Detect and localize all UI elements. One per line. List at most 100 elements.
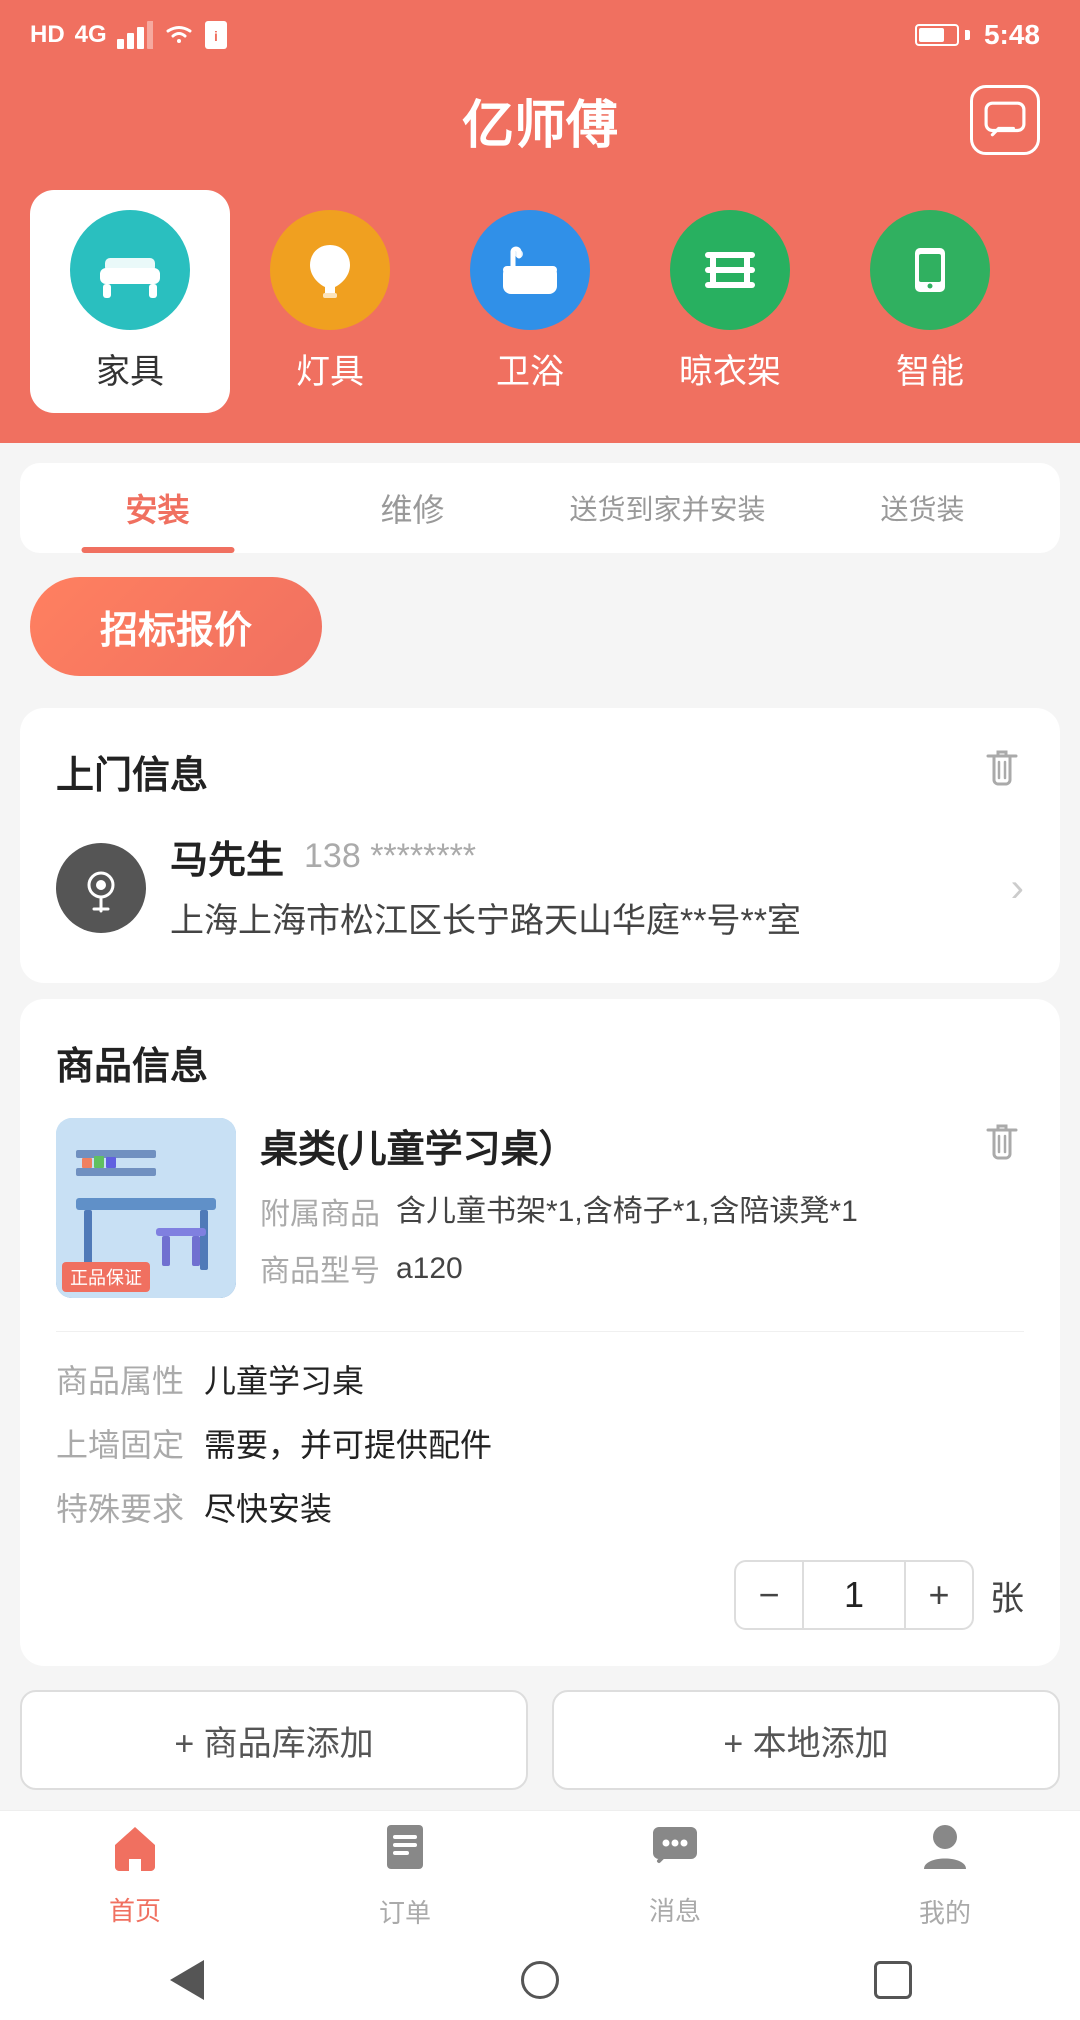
home-button[interactable] [510, 1950, 570, 2010]
category-label-furniture: 家具 [96, 344, 164, 393]
add-buttons-row: + 商品库添加 + 本地添加 [20, 1690, 1060, 1790]
home-icon [109, 1823, 161, 1883]
category-label-lighting: 灯具 [296, 344, 364, 393]
app-header: 亿师傅 [0, 70, 1080, 170]
product-row: 正品保证 桌类(儿童学习桌） 附属商品 含儿童书架*1,含椅子*1,含陪读凳*1… [56, 1118, 1024, 1630]
tabs-section: 安装 维修 送货到家并安装 送货装 [20, 463, 1060, 553]
model-value: a120 [396, 1246, 463, 1291]
location-icon [76, 863, 126, 913]
messages-icon [649, 1823, 701, 1883]
nav-orders-label: 订单 [379, 1893, 431, 1930]
category-item-lighting[interactable]: 灯具 [230, 190, 430, 413]
category-scroll: 家具 灯具 卫浴 [30, 190, 1050, 413]
trash-icon [980, 744, 1024, 788]
product-divider [56, 1331, 1024, 1332]
nav-home-label: 首页 [109, 1891, 161, 1928]
signal-4g: 4G [75, 21, 107, 49]
wall-mount-row: 上墙固定 需要，并可提供配件 [56, 1420, 1024, 1466]
visit-info-card: 上门信息 马先生 138 ******** 上海上海市松江区长宁路天山华庭**号… [20, 708, 1060, 983]
nav-messages[interactable]: 消息 [540, 1823, 810, 1928]
wall-mount-value: 需要，并可提供配件 [204, 1420, 492, 1466]
category-item-bathroom[interactable]: 卫浴 [430, 190, 630, 413]
attribute-row: 商品属性 儿童学习桌 [56, 1356, 1024, 1402]
tab-repair[interactable]: 维修 [285, 463, 540, 553]
model-label: 商品型号 [260, 1246, 380, 1290]
status-bar: HD 4G i 5:48 [0, 0, 1080, 70]
qty-decrease-button[interactable]: − [734, 1560, 804, 1630]
address-name: 马先生 [170, 829, 284, 884]
category-label-clothesrack: 晾衣架 [679, 344, 781, 393]
address-detail: 上海上海市松江区长宁路天山华庭**号**室 [170, 896, 987, 947]
back-button[interactable] [157, 1950, 217, 2010]
quantity-control: − 1 + 张 [56, 1560, 1024, 1630]
special-req-label: 特殊要求 [56, 1484, 184, 1530]
accessories-label: 附属商品 [260, 1189, 380, 1233]
svg-text:i: i [214, 28, 218, 44]
product-info-row: 正品保证 桌类(儿童学习桌） 附属商品 含儿童书架*1,含椅子*1,含陪读凳*1… [56, 1118, 1024, 1303]
trash-product-icon [980, 1118, 1024, 1162]
address-row[interactable]: 马先生 138 ******** 上海上海市松江区长宁路天山华庭**号**室 › [56, 829, 1024, 947]
category-section: 家具 灯具 卫浴 [0, 170, 1080, 443]
bottom-nav: 首页 订单 消息 [0, 1810, 1080, 1940]
product-info-card: 商品信息 [20, 999, 1060, 1666]
recents-button[interactable] [863, 1950, 923, 2010]
add-from-library-button[interactable]: + 商品库添加 [20, 1690, 528, 1790]
attribute-value: 儿童学习桌 [204, 1356, 364, 1402]
category-icon-clothesrack [670, 210, 790, 330]
data-icon: i [205, 21, 227, 49]
accessories-row: 附属商品 含儿童书架*1,含椅子*1,含陪读凳*1 [260, 1189, 1024, 1234]
product-info-title: 商品信息 [56, 1035, 208, 1090]
system-bar [0, 1940, 1080, 2020]
address-phone: 138 ******** [304, 837, 476, 876]
delete-product-button[interactable] [980, 1118, 1024, 1167]
attribute-label: 商品属性 [56, 1356, 184, 1402]
model-row: 商品型号 a120 [260, 1246, 1024, 1291]
accessories-value: 含儿童书架*1,含椅子*1,含陪读凳*1 [396, 1189, 858, 1234]
add-from-local-button[interactable]: + 本地添加 [552, 1690, 1060, 1790]
tab-install[interactable]: 安装 [30, 463, 285, 553]
wall-mount-label: 上墙固定 [56, 1420, 184, 1466]
address-content: 马先生 138 ******** 上海上海市松江区长宁路天山华庭**号**室 [170, 829, 987, 947]
nav-orders[interactable]: 订单 [270, 1821, 540, 1930]
qty-display: 1 [804, 1560, 904, 1630]
nav-messages-label: 消息 [649, 1891, 701, 1928]
category-item-smart[interactable]: 智能 [830, 190, 1030, 413]
special-req-row: 特殊要求 尽快安装 [56, 1484, 1024, 1530]
qty-increase-button[interactable]: + [904, 1560, 974, 1630]
delete-visit-button[interactable] [980, 744, 1024, 793]
battery-icon [915, 24, 970, 46]
signal-bars-icon [117, 21, 153, 49]
category-label-bathroom: 卫浴 [496, 344, 564, 393]
category-label-smart: 智能 [896, 344, 964, 393]
location-icon-wrap [56, 843, 146, 933]
nav-profile-label: 我的 [919, 1893, 971, 1930]
product-name: 桌类(儿童学习桌） [260, 1118, 1024, 1173]
wifi-icon [163, 23, 195, 47]
category-item-clothesrack[interactable]: 晾衣架 [630, 190, 830, 413]
qty-unit: 张 [990, 1571, 1024, 1620]
status-right: 5:48 [915, 19, 1040, 51]
category-icon-bathroom [470, 210, 590, 330]
profile-icon [922, 1821, 968, 1885]
bid-button[interactable]: 招标报价 [30, 577, 322, 676]
tab-delivery[interactable]: 送货装 [795, 463, 1050, 553]
visit-info-title: 上门信息 [56, 744, 1024, 799]
bid-section: 招标报价 [0, 553, 1080, 692]
status-left: HD 4G i [30, 21, 227, 49]
product-image-tag: 正品保证 [62, 1262, 150, 1292]
product-image: 正品保证 [56, 1118, 236, 1298]
tab-delivery-install[interactable]: 送货到家并安装 [540, 463, 795, 553]
category-icon-lighting [270, 210, 390, 330]
nav-home[interactable]: 首页 [0, 1823, 270, 1928]
chevron-right-icon: › [1011, 866, 1024, 911]
product-details: 桌类(儿童学习桌） 附属商品 含儿童书架*1,含椅子*1,含陪读凳*1 商品型号… [260, 1118, 1024, 1303]
message-icon [984, 99, 1026, 141]
app-title: 亿师傅 [462, 83, 618, 158]
nav-profile[interactable]: 我的 [810, 1821, 1080, 1930]
category-item-furniture[interactable]: 家具 [30, 190, 230, 413]
message-button[interactable] [970, 85, 1040, 155]
time-label: 5:48 [984, 19, 1040, 51]
category-icon-furniture [70, 210, 190, 330]
special-req-value: 尽快安装 [204, 1484, 332, 1530]
carrier-label: HD [30, 21, 65, 49]
